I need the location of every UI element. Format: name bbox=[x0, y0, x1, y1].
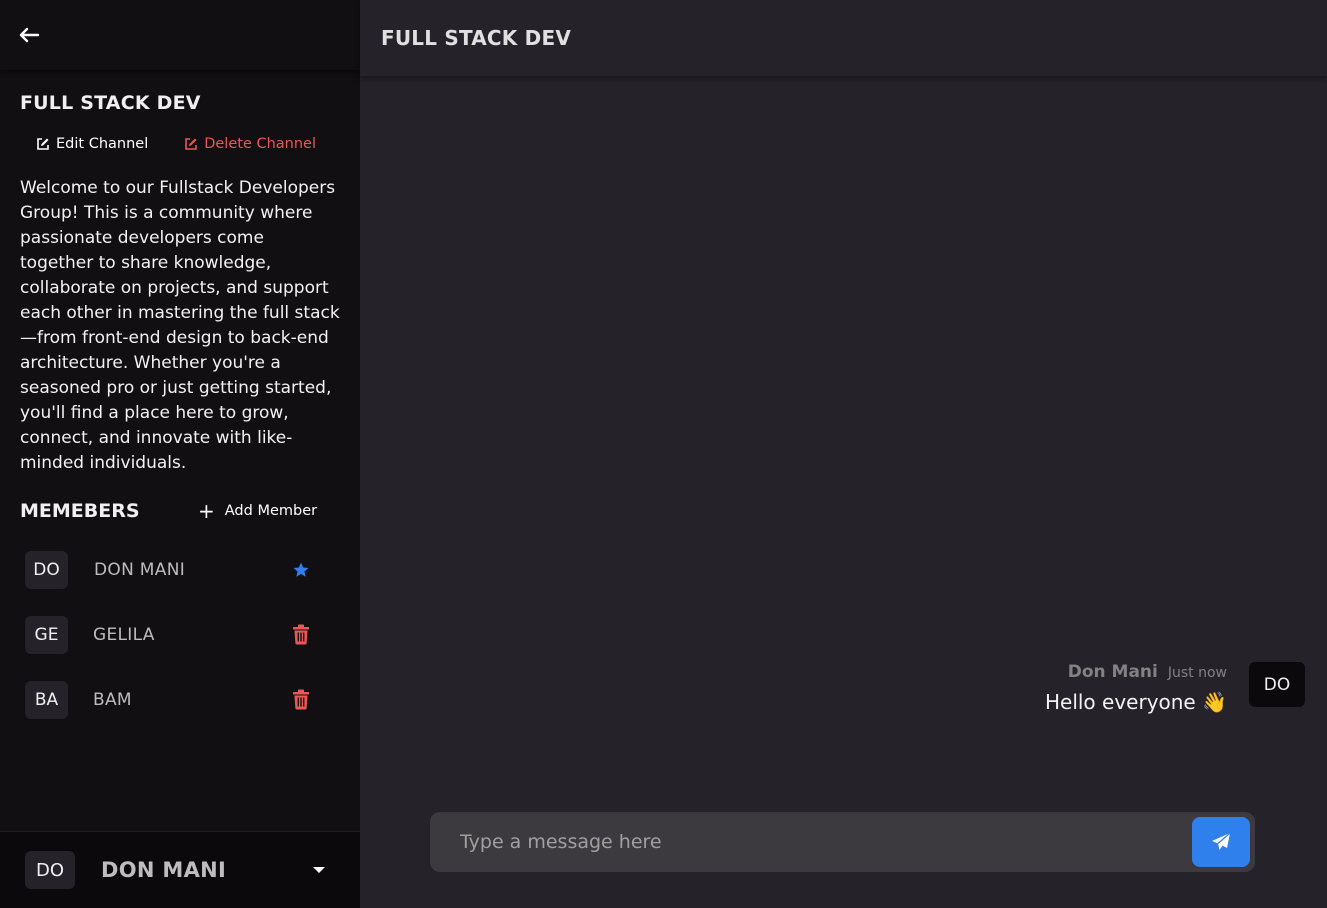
edit-icon bbox=[37, 138, 49, 150]
message-composer bbox=[430, 812, 1255, 872]
current-user-name: DON MANI bbox=[101, 858, 227, 882]
avatar: GE bbox=[25, 615, 68, 654]
send-button[interactable] bbox=[1192, 817, 1250, 867]
channel-info: FULL STACK DEV Edit Channel Delete Chann… bbox=[0, 70, 360, 476]
message-meta: Don Mani Just now bbox=[1045, 662, 1227, 682]
member-item[interactable]: DO DON MANI bbox=[25, 546, 325, 593]
avatar: DO bbox=[1249, 662, 1305, 707]
member-list: DO DON MANI GE GELILA BA BAM bbox=[0, 546, 360, 723]
chat-header: FULL STACK DEV bbox=[360, 0, 1327, 76]
add-member-label: Add Member bbox=[224, 503, 318, 519]
message-body: Don Mani Just now Hello everyone 👋 bbox=[1045, 662, 1227, 714]
channel-title: FULL STACK DEV bbox=[20, 92, 201, 114]
channel-actions: Edit Channel Delete Channel bbox=[20, 136, 340, 152]
chevron-down-icon[interactable] bbox=[312, 866, 326, 874]
sidebar: FULL STACK DEV Edit Channel Delete Chann… bbox=[0, 0, 360, 908]
message-item: Don Mani Just now Hello everyone 👋 DO bbox=[1045, 662, 1305, 714]
message-text: Hello everyone 👋 bbox=[1044, 690, 1227, 714]
chat-area: FULL STACK DEV Don Mani Just now Hello e… bbox=[360, 0, 1327, 908]
message-timestamp: Just now bbox=[1167, 665, 1227, 681]
app: FULL STACK DEV Edit Channel Delete Chann… bbox=[0, 0, 1327, 908]
add-member-button[interactable]: + Add Member bbox=[198, 501, 317, 521]
channel-description: Welcome to our Fullstack Developers Grou… bbox=[20, 178, 340, 473]
member-item[interactable]: GE GELILA bbox=[25, 611, 325, 658]
members-header: MEMEBERS + Add Member bbox=[0, 500, 360, 522]
avatar: BA bbox=[25, 680, 68, 719]
message-input[interactable] bbox=[430, 831, 1192, 853]
trash-icon[interactable] bbox=[291, 689, 311, 710]
user-profile-bar[interactable]: DO DON MANI bbox=[0, 831, 360, 908]
edit-channel-button[interactable]: Edit Channel bbox=[36, 136, 148, 152]
members-title: MEMEBERS bbox=[20, 500, 140, 522]
avatar: DO bbox=[25, 851, 75, 889]
avatar: DO bbox=[25, 550, 68, 589]
member-name: DON MANI bbox=[94, 559, 186, 580]
delete-channel-label: Delete Channel bbox=[204, 136, 316, 152]
member-name: GELILA bbox=[93, 624, 155, 645]
sidebar-header bbox=[0, 0, 360, 70]
send-icon bbox=[1212, 832, 1231, 850]
delete-channel-button[interactable]: Delete Channel bbox=[184, 136, 316, 152]
member-item[interactable]: BA BAM bbox=[25, 676, 325, 723]
back-arrow-icon[interactable] bbox=[18, 23, 42, 47]
plus-icon: + bbox=[198, 499, 215, 523]
message-author: Don Mani bbox=[1067, 662, 1158, 682]
edit-channel-label: Edit Channel bbox=[56, 136, 149, 152]
member-name: BAM bbox=[93, 689, 132, 710]
page-title: FULL STACK DEV bbox=[381, 26, 572, 50]
edit-icon bbox=[185, 138, 198, 150]
trash-icon[interactable] bbox=[291, 624, 311, 645]
star-icon bbox=[291, 560, 311, 580]
